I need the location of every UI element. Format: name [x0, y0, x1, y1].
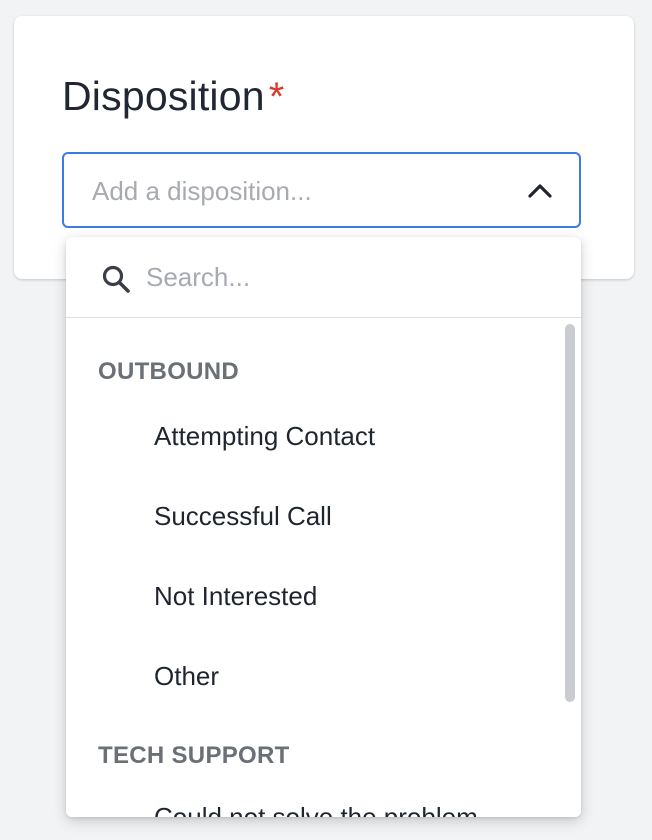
option-other[interactable]: Other [154, 661, 219, 692]
disposition-dropdown: OUTBOUND Attempting Contact Successful C… [66, 237, 581, 817]
group-header-tech-support: TECH SUPPORT [98, 742, 290, 769]
chevron-up-icon[interactable] [527, 180, 553, 200]
required-asterisk: * [268, 75, 285, 119]
search-input[interactable] [146, 259, 546, 295]
dropdown-scrollbar[interactable] [565, 324, 575, 702]
select-placeholder: Add a disposition... [92, 176, 312, 206]
options-list: OUTBOUND Attempting Contact Successful C… [66, 318, 581, 817]
option-not-interested[interactable]: Not Interested [154, 581, 317, 612]
field-label: Disposition * [62, 72, 285, 121]
option-could-not-solve[interactable]: Could not solve the problem [154, 802, 478, 817]
option-successful-call[interactable]: Successful Call [154, 501, 332, 532]
group-header-outbound: OUTBOUND [98, 358, 240, 385]
disposition-select[interactable]: Add a disposition... [62, 152, 581, 228]
field-label-text: Disposition [62, 73, 265, 119]
search-row [66, 237, 581, 318]
search-icon [102, 265, 130, 293]
option-attempting-contact[interactable]: Attempting Contact [154, 421, 375, 452]
